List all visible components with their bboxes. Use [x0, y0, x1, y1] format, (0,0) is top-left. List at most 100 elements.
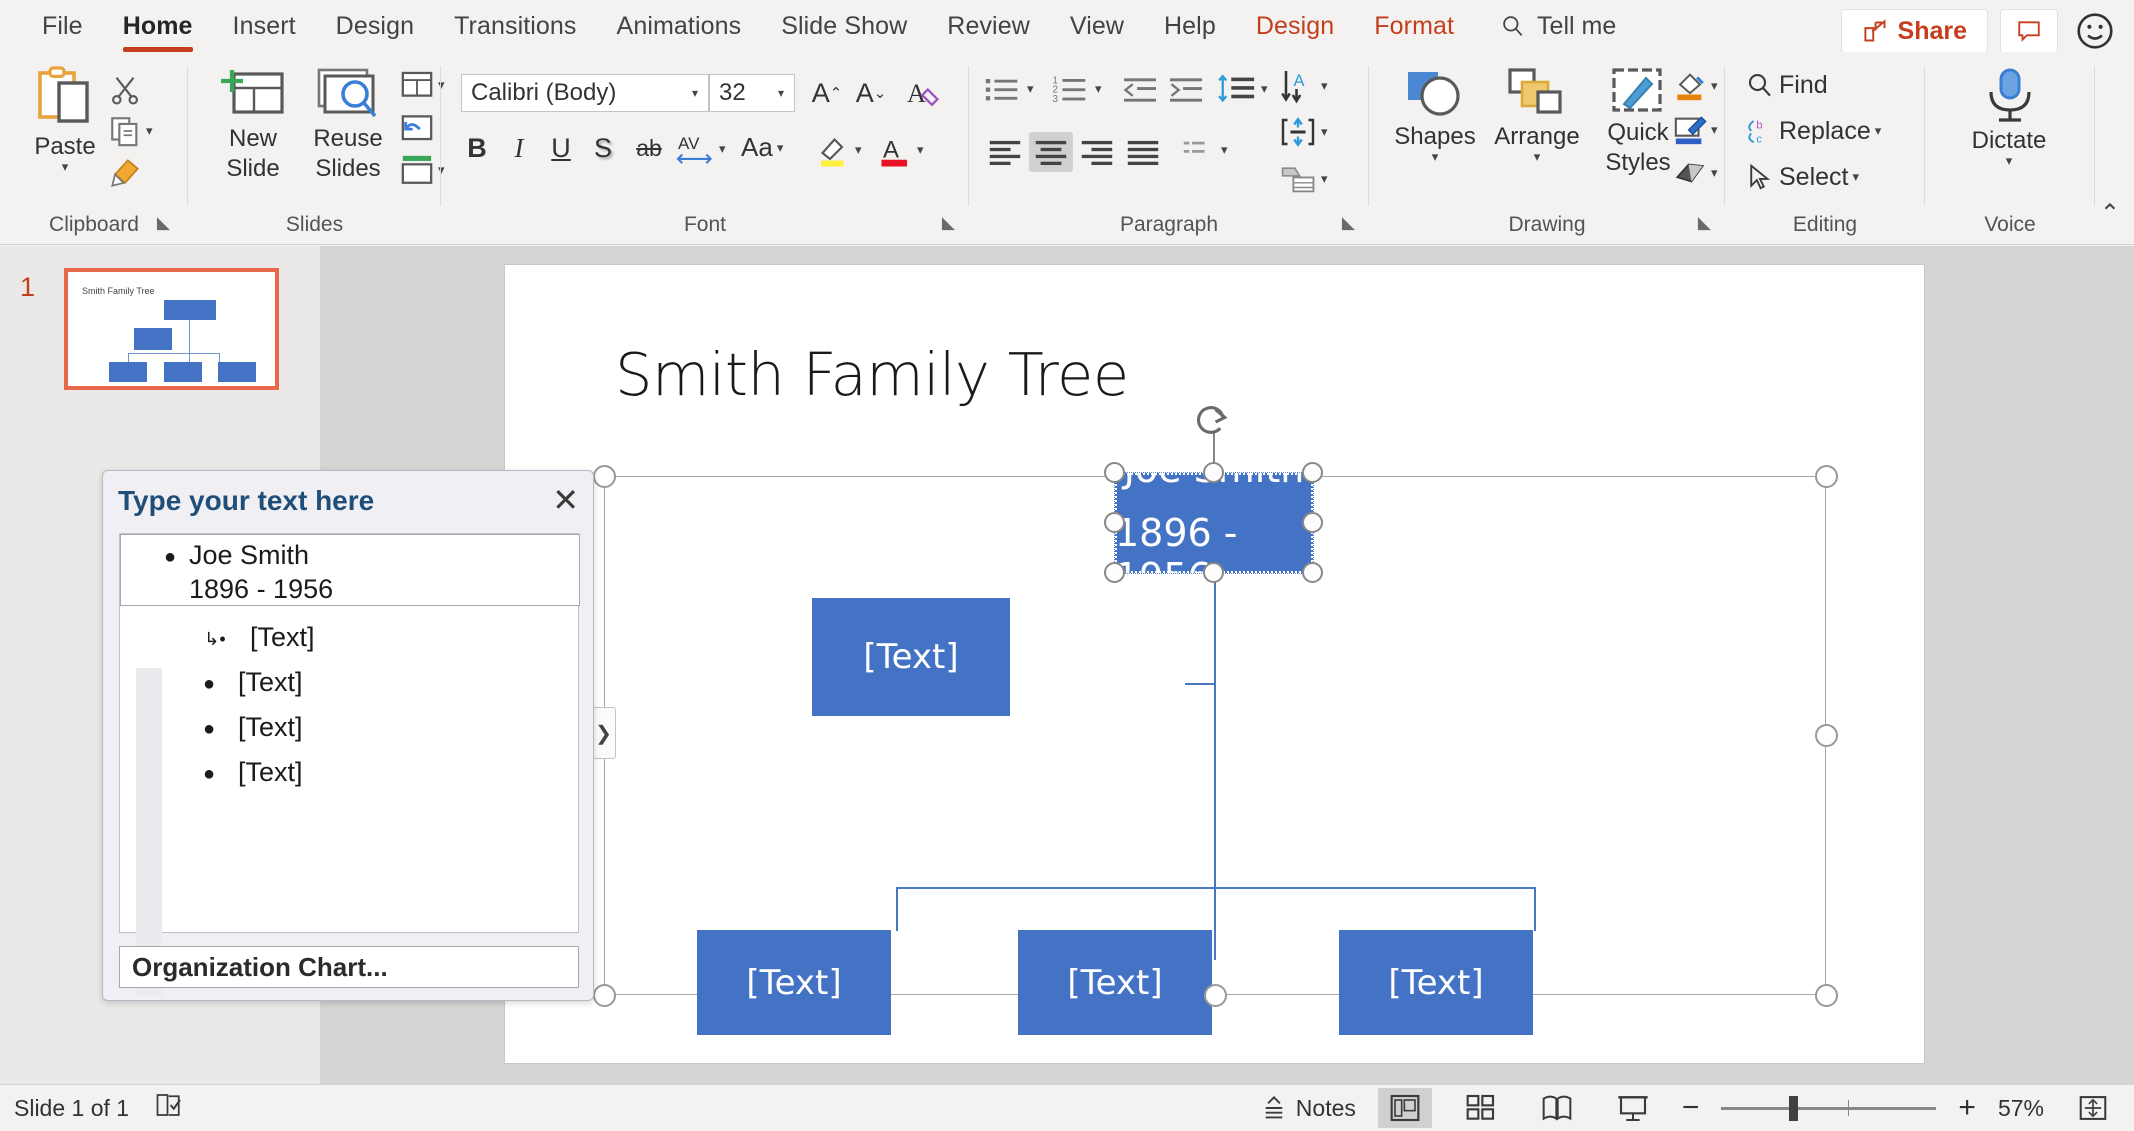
select-dropdown-arrow[interactable]: ▾	[1852, 170, 1859, 183]
text-pane-item-child1[interactable]: ● [Text]	[202, 667, 303, 701]
increase-font-size-button[interactable]: A ⌃	[805, 74, 849, 112]
smartart-handle-ne[interactable]	[1815, 465, 1838, 488]
zoom-out-button[interactable]: −	[1682, 1093, 1700, 1123]
fit-slide-button[interactable]	[2066, 1088, 2120, 1128]
align-left-button[interactable]	[983, 132, 1027, 172]
reuse-slides-button[interactable]: Reuse Slides	[300, 66, 396, 184]
arrange-button[interactable]: Arrange ▾	[1487, 66, 1587, 163]
reset-slide-button[interactable]	[400, 112, 434, 142]
find-button[interactable]: Find	[1745, 70, 1828, 100]
convert-to-smartart-button[interactable]: ▾	[1279, 162, 1328, 196]
columns-button[interactable]: ▾	[1181, 136, 1228, 164]
font-name-combo[interactable]: Calibri (Body) ▾	[461, 74, 709, 112]
collapse-ribbon-button[interactable]: ⌃	[2100, 199, 2120, 228]
copy-dropdown-arrow[interactable]: ▾	[146, 124, 153, 137]
view-reading-button[interactable]	[1530, 1088, 1584, 1128]
slide-thumbnail-1[interactable]: Smith Family Tree	[64, 268, 279, 390]
increase-indent-button[interactable]	[1167, 74, 1205, 106]
notes-button[interactable]: Notes	[1261, 1095, 1356, 1122]
tab-view[interactable]: View	[1050, 2, 1144, 50]
align-center-button[interactable]	[1029, 132, 1073, 172]
text-pane-item-child2[interactable]: ● [Text]	[202, 712, 303, 746]
format-painter-button[interactable]	[108, 156, 142, 190]
text-pane-item-selected[interactable]: ● Joe Smith 1896 - 1956	[120, 534, 580, 606]
font-size-combo[interactable]: 32 ▾	[709, 74, 795, 112]
strikethrough-button[interactable]: ab	[627, 128, 671, 168]
section-button[interactable]: ▾	[400, 154, 445, 186]
text-pane-close-button[interactable]: ✕	[552, 481, 579, 519]
replace-button[interactable]: b c Replace ▾	[1745, 116, 1881, 146]
comments-button[interactable]	[2000, 9, 2058, 53]
text-highlight-color-button[interactable]: ▾	[815, 132, 862, 168]
cut-button[interactable]	[108, 72, 142, 106]
dictate-button[interactable]: Dictate ▾	[1957, 66, 2061, 167]
align-text-button[interactable]: ▾	[1279, 114, 1328, 150]
convert-smartart-dropdown-arrow[interactable]: ▾	[1321, 172, 1328, 185]
share-button[interactable]: Share	[1840, 9, 1988, 53]
replace-dropdown-arrow[interactable]: ▾	[1875, 124, 1882, 137]
smartart-handle-sw[interactable]	[593, 984, 616, 1007]
tab-review[interactable]: Review	[927, 2, 1050, 50]
decrease-font-size-button[interactable]: A ⌄	[849, 74, 893, 112]
tab-smartart-format[interactable]: Format	[1354, 2, 1474, 50]
italic-button[interactable]: I	[499, 128, 539, 168]
align-right-button[interactable]	[1075, 132, 1119, 172]
character-spacing-button[interactable]: AV ▾	[675, 132, 726, 166]
zoom-in-button[interactable]: +	[1958, 1093, 1976, 1123]
smartart-handle-se[interactable]	[1815, 984, 1838, 1007]
paste-dropdown-arrow[interactable]: ▾	[62, 160, 69, 173]
zoom-slider[interactable]	[1721, 1095, 1937, 1121]
text-pane-toggle[interactable]: ❯	[591, 707, 616, 759]
smartart-node-child1[interactable]: [Text]	[697, 930, 891, 1035]
resize-handle-e[interactable]	[1302, 512, 1323, 533]
slide-layout-button[interactable]: ▾	[400, 70, 445, 100]
select-button[interactable]: Select ▾	[1745, 162, 1859, 192]
view-normal-button[interactable]	[1377, 1088, 1432, 1128]
tab-animations[interactable]: Animations	[597, 2, 762, 50]
slide-surface[interactable]: Smith Family Tree [Text] [Text] [Text] […	[505, 265, 1924, 1063]
font-dialog-launcher[interactable]: ◣	[942, 213, 955, 233]
copy-button[interactable]: ▾	[108, 114, 153, 148]
tab-design[interactable]: Design	[316, 2, 434, 50]
text-pane-item-assistant[interactable]: ↳• [Text]	[202, 622, 314, 656]
smartart-node-assistant[interactable]: [Text]	[812, 598, 1010, 716]
bullets-button[interactable]: ▾	[983, 72, 1034, 106]
resize-handle-ne[interactable]	[1302, 462, 1323, 483]
view-slideshow-button[interactable]	[1606, 1088, 1660, 1128]
smartart-node-child3[interactable]: [Text]	[1339, 930, 1533, 1035]
align-text-dropdown-arrow[interactable]: ▾	[1321, 125, 1328, 138]
smartart-node-child2[interactable]: [Text]	[1018, 930, 1212, 1035]
highlight-dropdown-arrow[interactable]: ▾	[855, 143, 862, 156]
shape-effects-dropdown-arrow[interactable]: ▾	[1711, 166, 1718, 179]
shape-effects-button[interactable]: ▾	[1673, 158, 1718, 188]
resize-handle-n[interactable]	[1203, 462, 1224, 483]
clipboard-dialog-launcher[interactable]: ◣	[157, 213, 170, 233]
resize-handle-s[interactable]	[1203, 562, 1224, 583]
bullets-dropdown-arrow[interactable]: ▾	[1027, 82, 1034, 95]
tab-transitions[interactable]: Transitions	[434, 2, 596, 50]
text-pane-layout-button[interactable]: Organization Chart...	[119, 946, 579, 988]
character-spacing-dropdown-arrow[interactable]: ▾	[719, 142, 726, 155]
bold-button[interactable]: B	[457, 128, 497, 168]
resize-handle-sw[interactable]	[1104, 562, 1125, 583]
text-direction-dropdown-arrow[interactable]: ▾	[1321, 79, 1328, 92]
numbering-button[interactable]: 1 2 3 ▾	[1051, 72, 1102, 106]
tab-smartart-design[interactable]: Design	[1236, 2, 1354, 50]
slide-title-text[interactable]: Smith Family Tree	[615, 340, 1129, 409]
shape-outline-button[interactable]: ▾	[1673, 114, 1718, 146]
quick-styles-button[interactable]: Quick Styles	[1591, 66, 1685, 178]
text-shadow-button[interactable]: S	[583, 128, 623, 168]
arrange-dropdown-arrow[interactable]: ▾	[1534, 150, 1541, 163]
font-size-dropdown-arrow[interactable]: ▾	[768, 86, 794, 100]
font-name-dropdown-arrow[interactable]: ▾	[682, 86, 708, 100]
underline-button[interactable]: U	[541, 128, 581, 168]
numbering-dropdown-arrow[interactable]: ▾	[1095, 82, 1102, 95]
clear-formatting-button[interactable]: A	[901, 74, 949, 112]
resize-handle-nw[interactable]	[1104, 462, 1125, 483]
smartart-text-pane[interactable]: Type your text here ✕ ● Joe Smith 1896 -…	[102, 470, 594, 1001]
rotate-handle-icon[interactable]	[1195, 405, 1233, 439]
smartart-handle-s[interactable]	[1204, 984, 1227, 1007]
line-spacing-button[interactable]: ▾	[1217, 72, 1268, 106]
accessibility-checker-button[interactable]	[155, 1091, 185, 1125]
shape-fill-button[interactable]: ▾	[1673, 70, 1718, 102]
